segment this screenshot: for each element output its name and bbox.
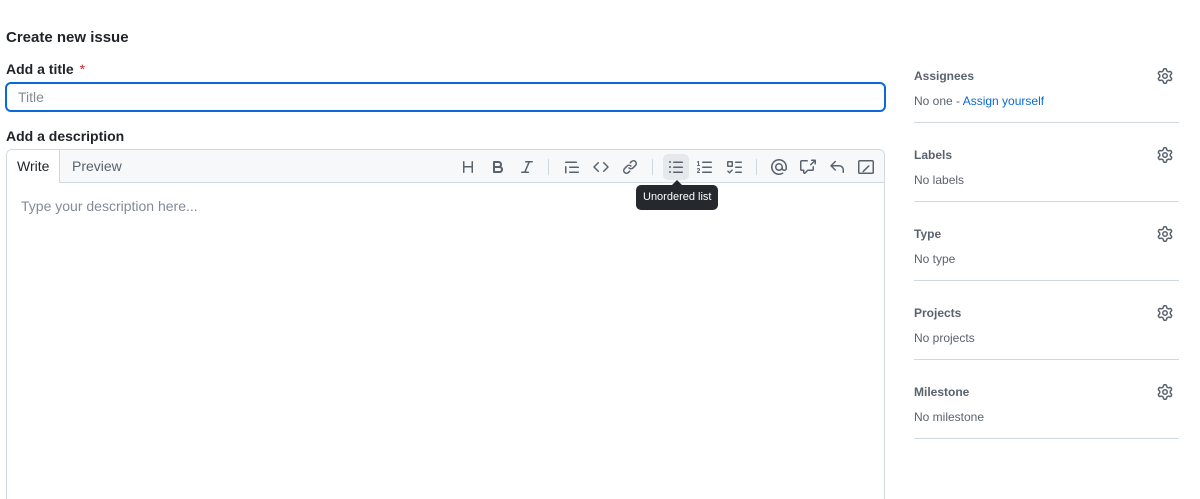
sidebar-assignees: Assignees No one - Assign yourself — [914, 56, 1179, 123]
labels-title: Labels — [914, 148, 953, 162]
description-textarea[interactable] — [7, 183, 884, 499]
editor-header: Write Preview — [7, 150, 884, 184]
tab-write[interactable]: Write — [7, 150, 60, 184]
sidebar: Assignees No one - Assign yourself Label… — [914, 56, 1179, 439]
assignees-empty-text: No one - — [914, 94, 963, 108]
title-label-text: Add a title — [6, 61, 74, 77]
undo-icon[interactable] — [824, 154, 850, 180]
task-list-icon[interactable] — [721, 154, 747, 180]
milestone-title: Milestone — [914, 385, 970, 399]
tooltip-unordered-list: Unordered list — [636, 180, 719, 210]
description-editor: Write Preview — [6, 149, 885, 499]
type-value: No type — [914, 252, 956, 266]
slash-commands-icon[interactable] — [853, 154, 879, 180]
bold-icon[interactable] — [485, 154, 511, 180]
assign-yourself-link[interactable]: Assign yourself — [963, 94, 1044, 108]
title-label: Add a title * — [6, 61, 85, 77]
code-icon[interactable] — [588, 154, 614, 180]
gear-icon[interactable] — [1157, 226, 1173, 242]
milestone-value: No milestone — [914, 410, 985, 424]
heading-icon[interactable] — [455, 154, 481, 180]
gear-icon[interactable] — [1157, 68, 1173, 84]
toolbar-separator — [548, 159, 549, 175]
gear-icon[interactable] — [1157, 305, 1173, 321]
page-title: Create new issue — [6, 29, 129, 46]
type-title: Type — [914, 227, 942, 241]
assignees-title: Assignees — [914, 69, 975, 83]
projects-title: Projects — [914, 306, 962, 320]
toolbar-separator — [756, 159, 757, 175]
sidebar-projects: Projects No projects — [914, 281, 1179, 360]
toolbar-separator — [652, 159, 653, 175]
reference-icon[interactable] — [795, 154, 821, 180]
link-icon[interactable] — [617, 154, 643, 180]
gear-icon[interactable] — [1157, 147, 1173, 163]
sidebar-labels: Labels No labels — [914, 123, 1179, 202]
sidebar-type: Type No type — [914, 202, 1179, 281]
mention-icon[interactable] — [766, 154, 792, 180]
tab-preview[interactable]: Preview — [61, 150, 133, 183]
labels-value: No labels — [914, 173, 965, 187]
description-label: Add a description — [6, 128, 125, 144]
quote-icon[interactable] — [559, 154, 585, 180]
unordered-list-icon[interactable] — [663, 154, 689, 180]
gear-icon[interactable] — [1157, 384, 1173, 400]
assignees-value: No one - Assign yourself — [914, 94, 1044, 108]
title-input[interactable] — [5, 82, 886, 112]
sidebar-milestone: Milestone No milestone — [914, 360, 1179, 439]
required-mark: * — [79, 61, 86, 77]
ordered-list-icon[interactable] — [692, 154, 718, 180]
italic-icon[interactable] — [514, 154, 540, 180]
projects-value: No projects — [914, 331, 975, 345]
